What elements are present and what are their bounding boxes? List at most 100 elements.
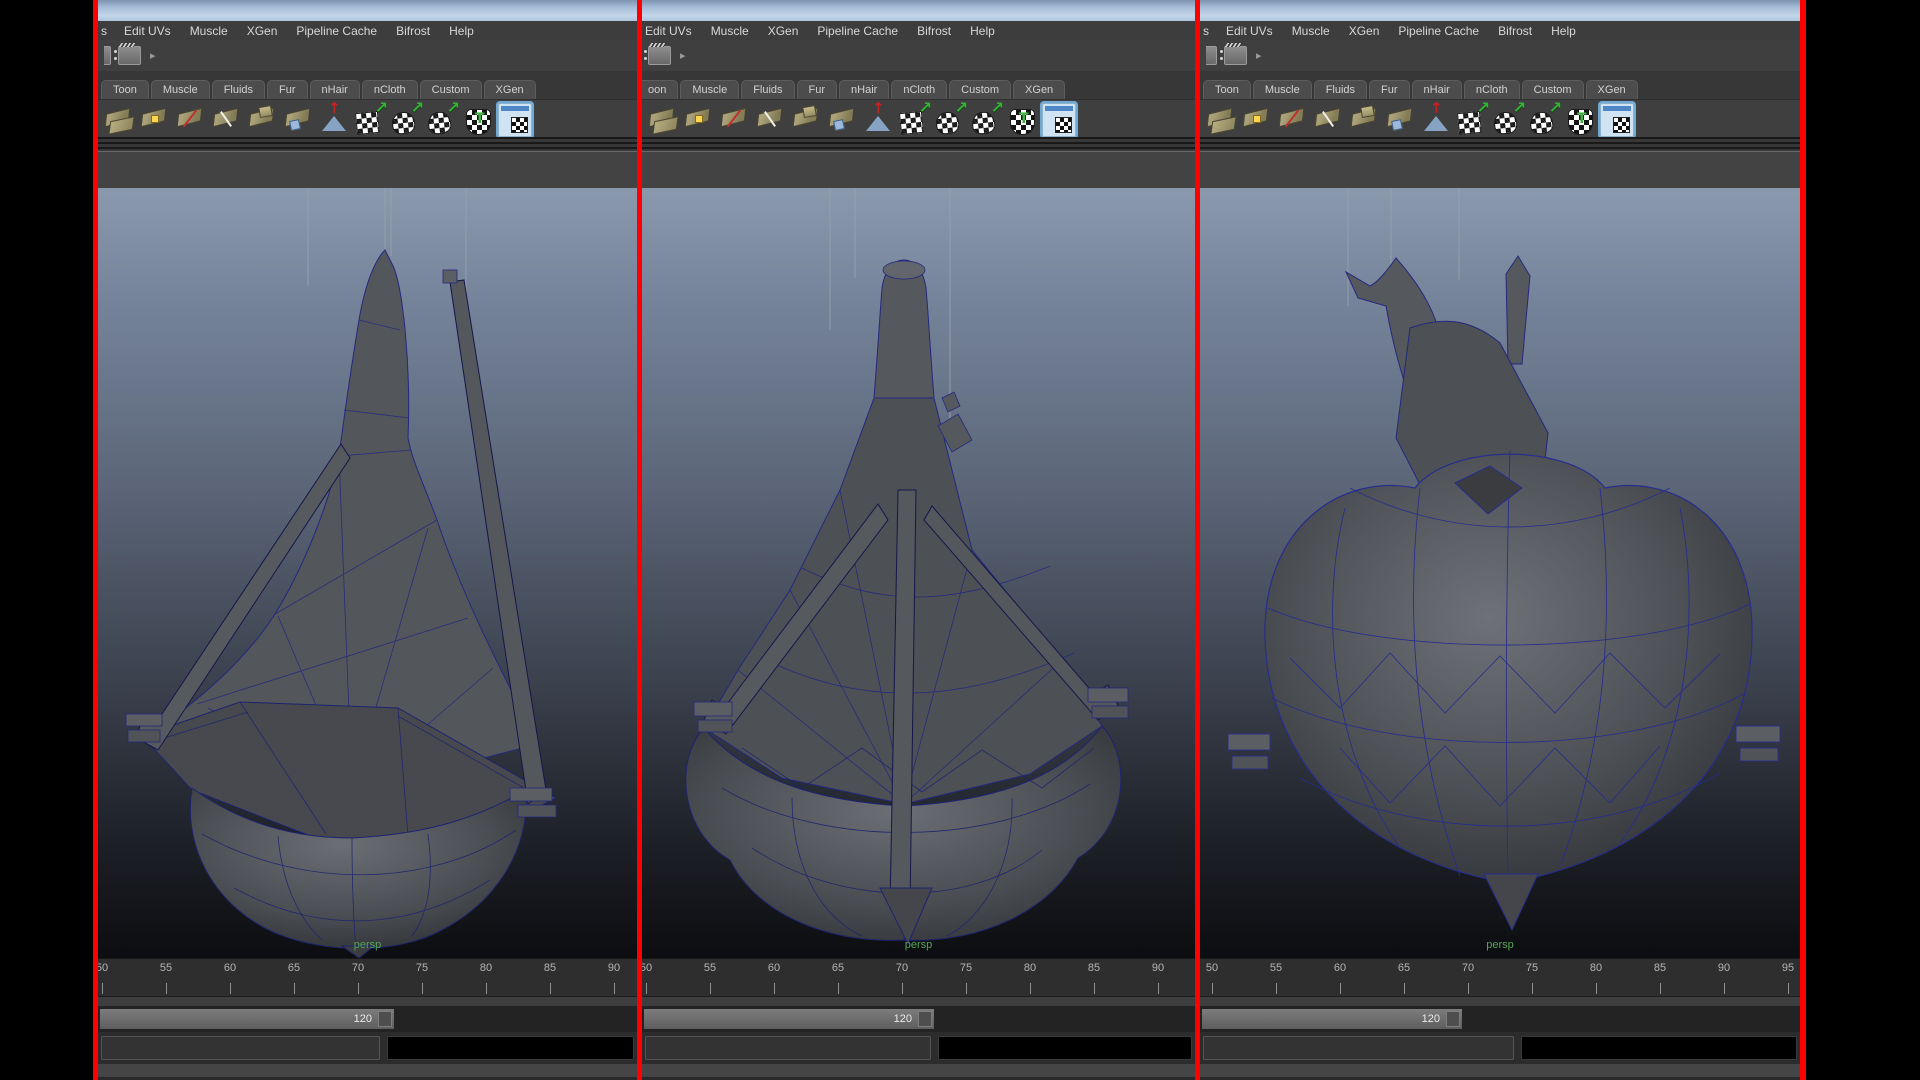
menu-item[interactable]: Muscle — [1292, 24, 1330, 38]
shelf-tab[interactable]: nCloth — [1464, 80, 1520, 99]
shelf-icon-checker-cyl[interactable] — [970, 103, 1002, 135]
shelf-icon-checker-shield[interactable] — [1564, 103, 1596, 135]
menu-item[interactable]: Edit UVs — [1226, 24, 1273, 38]
menu-item-clipped[interactable]: s — [1203, 24, 1209, 38]
shelf-tab[interactable]: Custom — [949, 80, 1011, 99]
shelf-icon-checker-cyl[interactable] — [426, 103, 458, 135]
clipped-toolbar-icon[interactable] — [1206, 46, 1217, 65]
shelf-tab[interactable]: Fur — [1369, 80, 1410, 99]
command-result[interactable] — [1521, 1036, 1797, 1060]
frame-label[interactable]: 75 — [934, 959, 998, 997]
frame-label[interactable]: 90 — [582, 959, 637, 997]
frame-label[interactable]: 85 — [1062, 959, 1126, 997]
range-end-value[interactable]: 120 — [354, 1013, 372, 1025]
shelf-tab[interactable]: XGen — [484, 80, 536, 99]
frame-label[interactable]: 80 — [454, 959, 518, 997]
shelf-icon-poly-box[interactable] — [1348, 103, 1380, 135]
window-titlebar[interactable] — [642, 0, 1195, 22]
menu-item[interactable]: Bifrost — [917, 24, 951, 38]
shelf-icon-poly-cut[interactable] — [718, 103, 750, 135]
frame-label[interactable]: 50 — [1200, 959, 1244, 997]
frame-label[interactable]: 55 — [1244, 959, 1308, 997]
shelf-tab[interactable]: nHair — [839, 80, 889, 99]
frame-label[interactable]: 80 — [1564, 959, 1628, 997]
shelf-tab[interactable]: Toon — [101, 80, 149, 99]
shelf-icon-poly-fold[interactable] — [1312, 103, 1344, 135]
shelf-tab[interactable]: nHair — [310, 80, 360, 99]
time-slider[interactable]: 50556065707580859095 — [642, 958, 1195, 997]
shelf-tab[interactable]: Fluids — [741, 80, 794, 99]
command-input[interactable] — [1203, 1036, 1514, 1060]
shelf-tab[interactable]: Fur — [797, 80, 838, 99]
frame-label[interactable]: 90 — [1692, 959, 1756, 997]
frame-label[interactable]: 55 — [134, 959, 198, 997]
range-end-value[interactable]: 120 — [1422, 1013, 1440, 1025]
frame-label[interactable]: 55 — [678, 959, 742, 997]
shelf-icon-checker-shield[interactable] — [1006, 103, 1038, 135]
shelf-tab[interactable]: Muscle — [151, 80, 210, 99]
range-end-value[interactable]: 120 — [894, 1013, 912, 1025]
render-clapper-icon[interactable] — [1224, 46, 1247, 65]
menu-item[interactable]: Help — [970, 24, 995, 38]
shelf-icon-uvwin-sel[interactable] — [1042, 103, 1076, 137]
viewport-persp[interactable]: persp — [1200, 188, 1800, 958]
shelf-icon-cone[interactable] — [1420, 103, 1452, 135]
shelf-tab[interactable]: Custom — [1522, 80, 1584, 99]
frame-label[interactable]: 60 — [1308, 959, 1372, 997]
menu-item[interactable]: XGen — [768, 24, 799, 38]
menu-item[interactable]: Pipeline Cache — [817, 24, 898, 38]
expand-arrow-icon[interactable]: ▸ — [150, 49, 156, 62]
range-handle[interactable] — [1446, 1011, 1460, 1027]
shelf-icon-poly-dots[interactable] — [1240, 103, 1272, 135]
range-slider[interactable]: 120 — [98, 1006, 637, 1032]
shelf-icon-checker-sphere[interactable] — [934, 103, 966, 135]
frame-label[interactable]: 75 — [390, 959, 454, 997]
shelf-icon-poly-layout[interactable] — [826, 103, 858, 135]
shelf-icon-checker-ne[interactable] — [898, 103, 930, 135]
frame-label[interactable]: 60 — [198, 959, 262, 997]
frame-label[interactable]: 65 — [806, 959, 870, 997]
expand-arrow-icon[interactable]: ▸ — [1256, 49, 1262, 62]
frame-label[interactable]: 85 — [1628, 959, 1692, 997]
menu-item[interactable]: XGen — [1349, 24, 1380, 38]
menu-item[interactable]: Help — [1551, 24, 1576, 38]
shelf-icon-poly-dots[interactable] — [138, 103, 170, 135]
menu-item[interactable]: Muscle — [190, 24, 228, 38]
menu-item-clipped[interactable]: s — [101, 24, 107, 38]
model-3d-object[interactable] — [642, 188, 1195, 958]
time-slider[interactable]: 50556065707580859095 — [1200, 958, 1800, 997]
range-bar[interactable]: 120 — [644, 1009, 934, 1029]
frame-label[interactable]: 70 — [326, 959, 390, 997]
shelf-icon-poly-pair[interactable] — [646, 103, 678, 135]
frame-label[interactable]: 50 — [642, 959, 678, 997]
shelf-icon-checker-ne[interactable] — [354, 103, 386, 135]
shelf-icon-poly-fold[interactable] — [754, 103, 786, 135]
range-handle[interactable] — [918, 1011, 932, 1027]
frame-label[interactable]: 70 — [1436, 959, 1500, 997]
shelf-tab[interactable]: Muscle — [1253, 80, 1312, 99]
menu-item[interactable]: Edit UVs — [645, 24, 692, 38]
shelf-tab[interactable]: Toon — [1203, 80, 1251, 99]
frame-label[interactable]: 50 — [98, 959, 134, 997]
menu-item[interactable]: Pipeline Cache — [296, 24, 377, 38]
shelf-icon-cone[interactable] — [318, 103, 350, 135]
clipped-toolbar-icon[interactable] — [104, 46, 111, 65]
command-result[interactable] — [387, 1036, 634, 1060]
pane-divider[interactable] — [98, 137, 637, 151]
frame-label[interactable]: 75 — [1500, 959, 1564, 997]
render-clapper-icon[interactable] — [118, 46, 141, 65]
menu-item[interactable]: Edit UVs — [124, 24, 171, 38]
shelf-icon-cone[interactable] — [862, 103, 894, 135]
menu-item[interactable]: Bifrost — [396, 24, 430, 38]
shelf-tab[interactable]: Fur — [267, 80, 308, 99]
shelf-tab[interactable]: Muscle — [680, 80, 739, 99]
shelf-tab[interactable]: Custom — [420, 80, 482, 99]
frame-label[interactable]: 95 — [1756, 959, 1800, 997]
frame-label[interactable]: 60 — [742, 959, 806, 997]
expand-arrow-icon[interactable]: ▸ — [680, 49, 686, 62]
shelf-icon-poly-cut[interactable] — [174, 103, 206, 135]
shelf-tab[interactable]: nCloth — [891, 80, 947, 99]
shelf-icon-checker-ne[interactable] — [1456, 103, 1488, 135]
render-clapper-icon[interactable] — [648, 46, 671, 65]
frame-label[interactable]: 70 — [870, 959, 934, 997]
